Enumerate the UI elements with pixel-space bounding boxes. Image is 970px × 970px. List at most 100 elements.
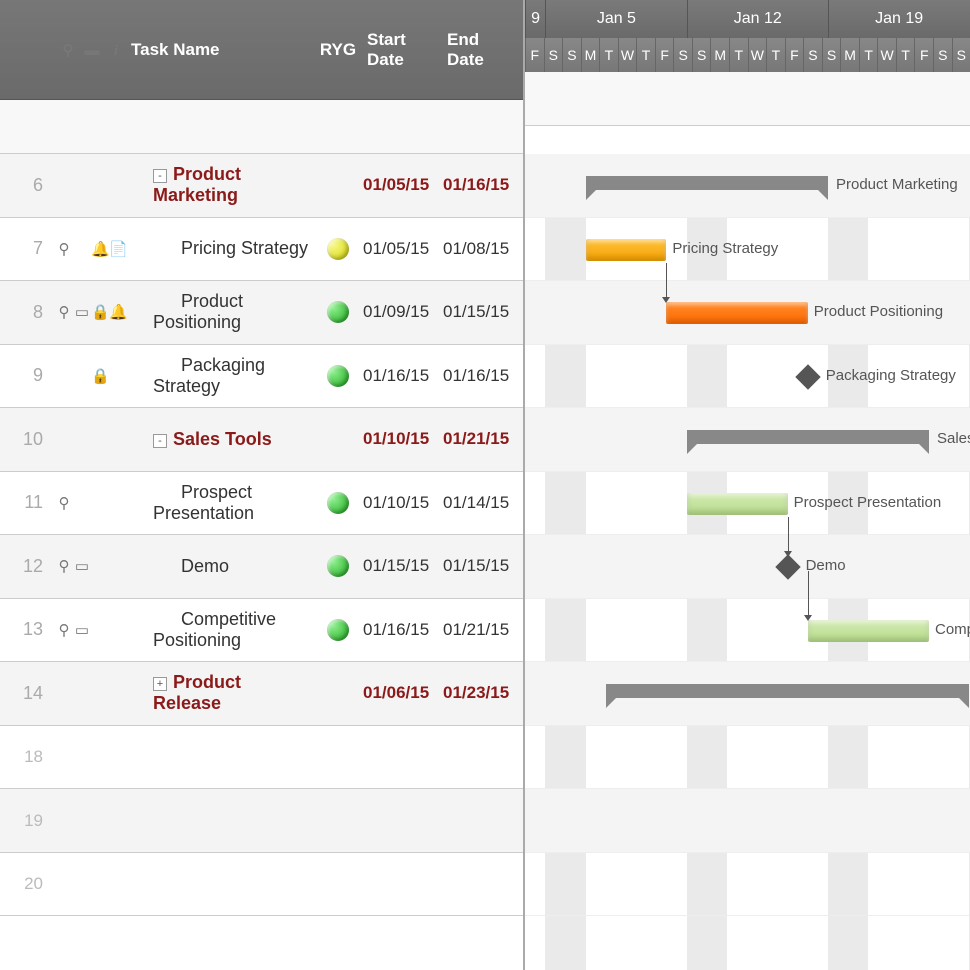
day-header: T [896, 38, 915, 72]
month-header: Jan 19 [828, 0, 969, 38]
dependency-arrow-icon [784, 551, 792, 557]
gantt-panel: 9Jan 5Jan 12Jan 19 FSSMTWTFSSMTWTFSSMTWT… [525, 0, 970, 970]
column-header-end[interactable]: End Date [443, 30, 523, 70]
empty-row[interactable]: 19 [0, 789, 523, 853]
ryg-indicator[interactable] [327, 619, 349, 641]
task-name: Demo [181, 556, 229, 576]
dependency-arrow-icon [662, 297, 670, 303]
bar-label: Sales Tools [937, 430, 970, 447]
task-name: Competitive Positioning [153, 609, 276, 650]
day-header: W [748, 38, 767, 72]
task-row[interactable]: 11⚲Prospect Presentation01/10/1501/14/15 [0, 472, 523, 536]
toggle-icon[interactable]: + [153, 677, 167, 691]
day-header: S [822, 38, 841, 72]
comment-icon[interactable]: ▭ [73, 621, 91, 639]
month-header: Jan 12 [687, 0, 828, 38]
day-header: T [599, 38, 618, 72]
task-row[interactable]: 8⚲▭🔒🔔Product Positioning01/09/1501/15/15 [0, 281, 523, 345]
gantt-row: Demo [525, 535, 970, 599]
timeline-day-row: FSSMTWTFSSMTWTFSSMTWTFSS [525, 38, 970, 72]
empty-row[interactable]: 18 [0, 726, 523, 790]
lock-icon: 🔒 [91, 303, 109, 321]
lock-icon: 🔒 [91, 367, 109, 385]
month-header: Jan 5 [545, 0, 686, 38]
task-name: Sales Tools [173, 429, 272, 449]
task-row[interactable]: 6-Product Marketing01/05/1501/16/15 [0, 154, 523, 218]
task-bar[interactable] [666, 302, 807, 324]
toggle-icon[interactable]: - [153, 169, 167, 183]
day-header: S [544, 38, 563, 72]
day-header: W [877, 38, 896, 72]
day-header: S [692, 38, 711, 72]
gantt-row: Competitive P [525, 599, 970, 663]
day-header: S [803, 38, 822, 72]
task-bar[interactable] [586, 239, 667, 261]
attachment-icon[interactable]: ⚲ [55, 303, 73, 321]
day-header: F [655, 38, 674, 72]
task-bar[interactable] [808, 620, 929, 642]
bar-label: Demo [806, 557, 846, 574]
gantt-row: Product Positioning [525, 281, 970, 345]
summary-bar[interactable] [606, 684, 970, 698]
gantt-row: Packaging Strategy [525, 345, 970, 409]
day-header: M [581, 38, 600, 72]
timeline-month-row: 9Jan 5Jan 12Jan 19 [525, 0, 970, 38]
day-header: S [673, 38, 692, 72]
column-header-task-name[interactable]: Task Name [127, 40, 313, 60]
gantt-row: Prospect Presentation [525, 472, 970, 536]
comment-column-icon: ▬ [83, 42, 101, 59]
column-header-ryg[interactable]: RYG [313, 40, 363, 60]
task-name: Packaging Strategy [153, 355, 265, 396]
task-name: Pricing Strategy [181, 238, 308, 258]
bar-label: Pricing Strategy [672, 240, 778, 257]
ryg-indicator[interactable] [327, 555, 349, 577]
task-row[interactable]: 10-Sales Tools01/10/1501/21/15 [0, 408, 523, 472]
comment-icon[interactable]: ▭ [73, 303, 91, 321]
toggle-icon[interactable]: - [153, 434, 167, 448]
day-header: S [562, 38, 581, 72]
ryg-indicator[interactable] [327, 301, 349, 323]
gantt-row: Sales Tools [525, 408, 970, 472]
day-header: M [710, 38, 729, 72]
dependency-line [788, 517, 789, 554]
gantt-row: Product Marketing [525, 154, 970, 218]
day-header: F [785, 38, 804, 72]
milestone[interactable] [775, 554, 800, 579]
dependency-line [666, 263, 667, 300]
bar-label: Product Marketing [836, 176, 958, 193]
ryg-indicator[interactable] [327, 238, 349, 260]
comment-icon[interactable]: ▭ [73, 557, 91, 575]
day-header: T [636, 38, 655, 72]
bell-icon: 🔔 [91, 240, 109, 258]
bar-label: Prospect Presentation [794, 494, 942, 511]
dependency-line [808, 571, 809, 617]
day-header: T [859, 38, 878, 72]
task-row[interactable]: 9🔒Packaging Strategy01/16/1501/16/15 [0, 345, 523, 409]
task-grid-panel: ⚲ ▬ i Task Name RYG Start Date End Date … [0, 0, 525, 970]
info-column-icon: i [107, 43, 125, 60]
empty-row[interactable]: 20 [0, 853, 523, 917]
task-row[interactable]: 7⚲🔔📄Pricing Strategy01/05/1501/08/15 [0, 218, 523, 282]
ryg-indicator[interactable] [327, 492, 349, 514]
attachment-icon[interactable]: ⚲ [55, 240, 73, 258]
summary-bar[interactable] [687, 430, 929, 444]
task-row[interactable]: 14+Product Release01/06/1501/23/15 [0, 662, 523, 726]
attachment-column-icon: ⚲ [59, 41, 77, 59]
milestone[interactable] [795, 364, 820, 389]
task-row[interactable]: 12⚲▭Demo01/15/1501/15/15 [0, 535, 523, 599]
attachment-icon[interactable]: ⚲ [55, 494, 73, 512]
column-header-start[interactable]: Start Date [363, 30, 443, 70]
day-header: F [914, 38, 933, 72]
bar-label: Packaging Strategy [826, 367, 956, 384]
gantt-row: Produ [525, 662, 970, 726]
attachment-icon[interactable]: ⚲ [55, 557, 73, 575]
summary-bar[interactable] [586, 176, 828, 190]
gantt-row: Pricing Strategy [525, 218, 970, 282]
day-header: F [525, 38, 544, 72]
task-row[interactable]: 13⚲▭Competitive Positioning01/16/1501/21… [0, 599, 523, 663]
task-bar[interactable] [687, 493, 788, 515]
attachment-icon[interactable]: ⚲ [55, 621, 73, 639]
day-header: M [840, 38, 859, 72]
day-header: T [766, 38, 785, 72]
ryg-indicator[interactable] [327, 365, 349, 387]
